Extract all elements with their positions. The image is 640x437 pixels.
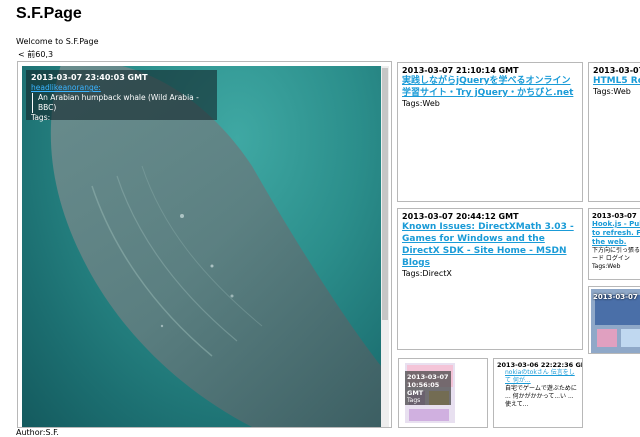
card-title-link[interactable]: Hook.js - Pull to refresh. For the web. xyxy=(592,220,640,247)
post-card: 2013-03-07 Hook.js - Pull to refresh. Fo… xyxy=(588,208,640,280)
card-tags: Tags:DirectX xyxy=(402,269,452,278)
post-date: 2013-03-07 23:40:03 GMT xyxy=(31,73,148,82)
post-info-overlay: 2013-03-07 10:56:05 GMT Tags xyxy=(405,371,451,405)
post-card: 2013-03-07 10:56:05 GMT Tags xyxy=(398,358,488,428)
card-date: 2013-03-06 22:22:36 GMT xyxy=(497,361,583,369)
post-card: 2013-03-07 21:10:14 GMT 実践しながらjQueryを学べる… xyxy=(397,62,583,202)
post-description: An Arabian humpback whale (Wild Arabia -… xyxy=(32,93,212,113)
post-card: 2013-03-06 22:22:36 GMT nokiaのtokさん 伝言をし… xyxy=(493,358,583,428)
main-post-card: 2013-03-07 23:40:03 GMT headlikeanorange… xyxy=(17,61,392,428)
post-info-overlay: 2013-03-07 23:40:03 GMT headlikeanorange… xyxy=(26,70,217,122)
post-card: 2013-03-07 xyxy=(588,286,640,354)
card-title-link[interactable]: HTML5 Rock デベロッパ xyxy=(593,75,640,87)
card-tags: Tags xyxy=(407,397,421,404)
card-date: 2013-03-07 10:56:05 GMT xyxy=(407,373,449,397)
card-tags: 下方向に引っ張る リロード ログイン Tags:Web xyxy=(592,247,640,270)
whale-photo[interactable]: 2013-03-07 23:40:03 GMT headlikeanorange… xyxy=(22,66,381,427)
site-title: S.F.Page xyxy=(16,5,82,22)
post-user-link[interactable]: headlikeanorange: xyxy=(31,83,212,93)
card-tags: 自宅でゲームで遊ぶために ... 何かがかかって...い ... 使えて... xyxy=(505,385,577,408)
card-title-link[interactable]: 実践しながらjQueryを学べるオンライン学習サイト・Try jQuery・かち… xyxy=(402,75,578,99)
card-date: 2013-03-07 20:44:12 GMT xyxy=(402,212,519,221)
footer-author: Author:S.F. xyxy=(16,428,59,437)
post-user[interactable]: headlikeanorange xyxy=(31,83,98,92)
card-title-link[interactable]: Known Issues: DirectXMath 3.03 - Games f… xyxy=(402,221,578,269)
welcome-text: Welcome to S.F.Page xyxy=(16,37,99,46)
card-title-link[interactable]: nokiaのtokさん 伝言をして 何が... xyxy=(497,369,579,385)
card-date: 2013-03-07 xyxy=(592,212,637,220)
scrollbar-thumb[interactable] xyxy=(382,68,388,320)
post-card: 2013-03-07 HTML5 Rock デベロッパ Tags:Web xyxy=(588,62,640,202)
card-date: 2013-03-07 21:10:14 GMT xyxy=(402,66,519,75)
card-date: 2013-03-07 xyxy=(593,293,638,301)
post-card: 2013-03-07 20:44:12 GMT Known Issues: Di… xyxy=(397,208,583,350)
card-date: 2013-03-07 xyxy=(593,66,640,75)
card-tags: Tags:Web xyxy=(402,99,440,108)
prev-page-link[interactable]: < 前60,3 xyxy=(18,49,53,60)
card-tags: Tags:Web xyxy=(593,87,631,96)
post-tags: Tags: xyxy=(31,113,51,122)
main-scrollbar[interactable] xyxy=(381,66,389,427)
